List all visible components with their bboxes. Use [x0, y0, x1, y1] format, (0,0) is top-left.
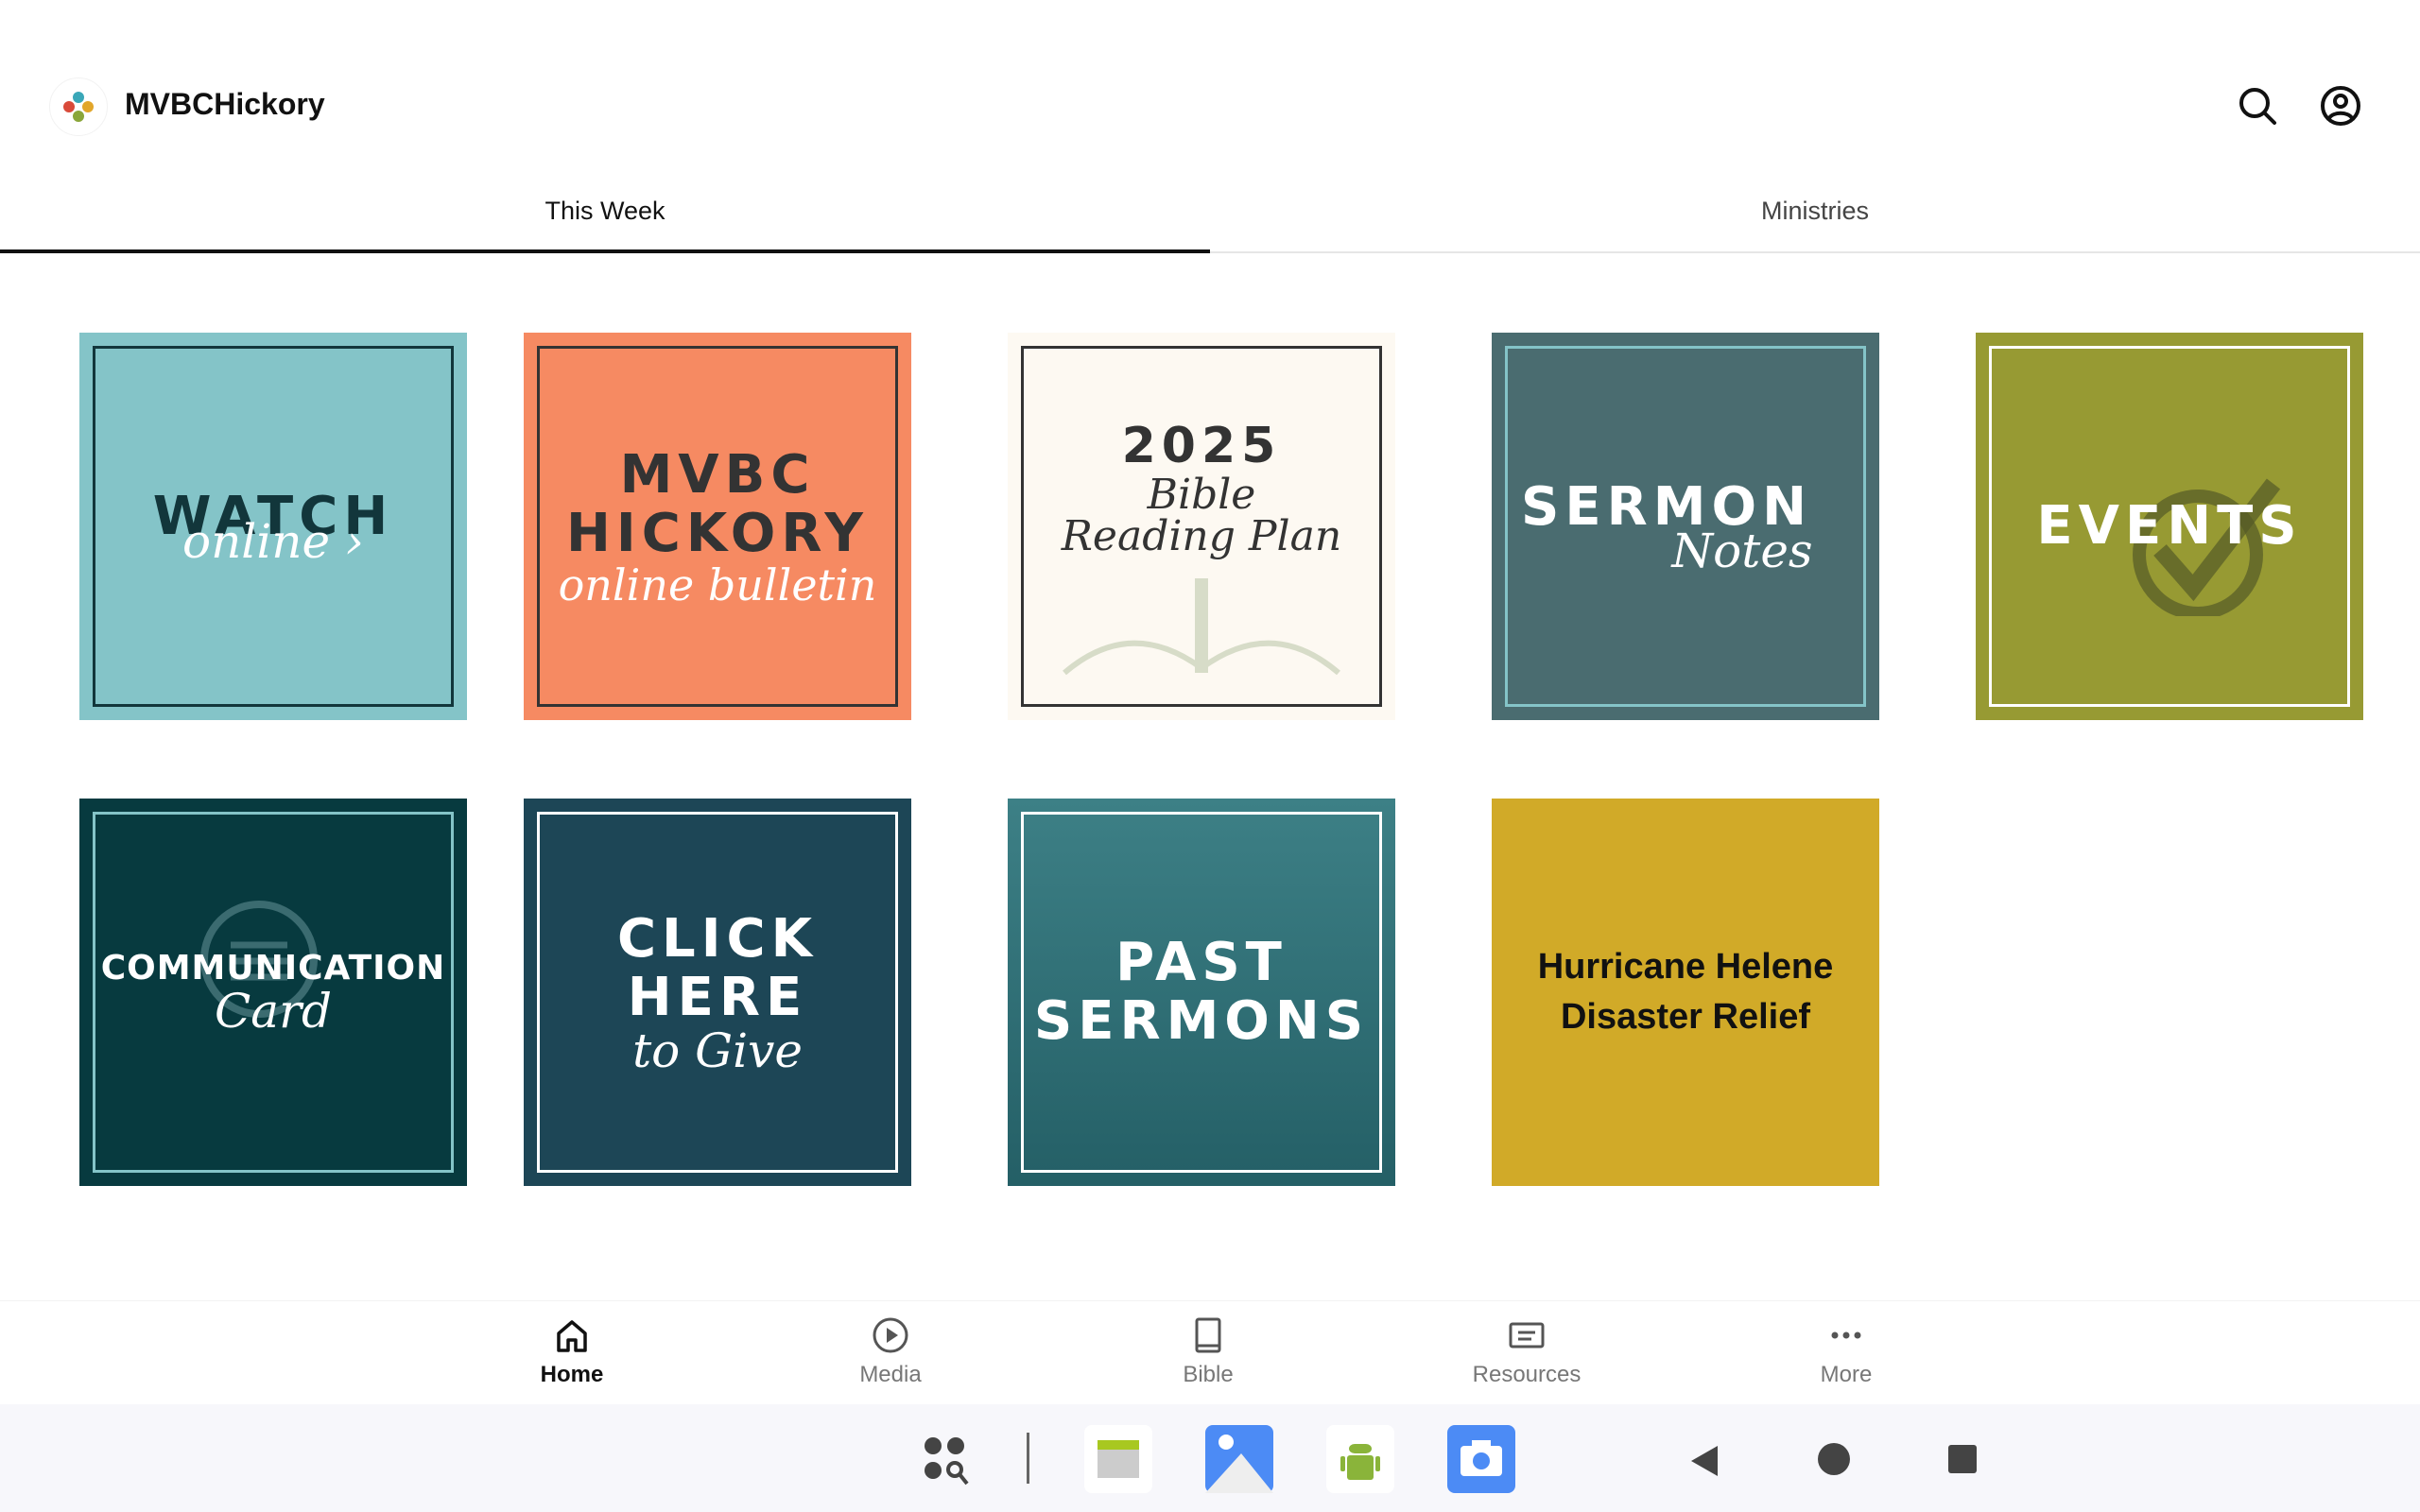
- tile-communication-card[interactable]: COMMUNICATION Card: [79, 799, 467, 1186]
- bottom-navigation: Home Media Bible Resources More: [0, 1300, 2420, 1404]
- tab-this-week[interactable]: This Week: [0, 170, 1210, 251]
- tile-script: Card: [215, 988, 332, 1035]
- tile-title: Hurricane Helene: [1538, 942, 1834, 992]
- nav-label: Resources: [1473, 1362, 1582, 1388]
- more-horizontal-icon: [1825, 1314, 1867, 1356]
- tile-script: online bulletin: [559, 563, 877, 607]
- church-logo: [49, 77, 108, 136]
- nav-label: More: [1821, 1362, 1873, 1388]
- tile-script-2: Reading Plan: [1062, 516, 1341, 558]
- recents-icon[interactable]: [1947, 1444, 1978, 1474]
- tile-bible-reading-plan[interactable]: 2025 Bible Reading Plan: [1008, 333, 1395, 720]
- tile-script: online ›: [182, 518, 364, 565]
- tile-give[interactable]: CLICK HERE to Give: [524, 799, 911, 1186]
- android-app-icon[interactable]: [1326, 1425, 1394, 1493]
- camera-app-icon[interactable]: [1447, 1425, 1515, 1493]
- tile-title: COMMUNICATION: [101, 950, 446, 988]
- tile-title-2: HICKORY: [566, 505, 869, 563]
- nav-media[interactable]: Media: [796, 1314, 985, 1388]
- back-icon[interactable]: [1687, 1444, 1721, 1478]
- calendar-app-icon[interactable]: [1084, 1425, 1152, 1493]
- tile-watch-online[interactable]: WATCH online ›: [79, 333, 467, 720]
- nav-more[interactable]: More: [1752, 1314, 1941, 1388]
- tile-title-2: SERMONS: [1034, 992, 1369, 1051]
- tile-hurricane-relief[interactable]: Hurricane Helene Disaster Relief: [1492, 799, 1879, 1186]
- tile-past-sermons[interactable]: PAST SERMONS: [1008, 799, 1395, 1186]
- tab-bar: This Week Ministries: [0, 170, 2420, 253]
- tab-ministries[interactable]: Ministries: [1210, 170, 2420, 251]
- nav-bible[interactable]: Bible: [1114, 1314, 1303, 1388]
- tile-script: to Give: [632, 1027, 803, 1074]
- tile-title: 2025: [1122, 420, 1282, 473]
- book-icon: [1187, 1314, 1229, 1356]
- app-title: MVBCHickory: [125, 87, 325, 122]
- taskbar-divider: [1027, 1433, 1029, 1484]
- resources-icon: [1506, 1314, 1547, 1356]
- tile-title: CLICK: [617, 910, 818, 969]
- tile-title-2: HERE: [628, 969, 808, 1027]
- app-header: MVBCHickory: [0, 0, 2420, 170]
- search-icon[interactable]: [2235, 83, 2280, 129]
- nav-home[interactable]: Home: [477, 1314, 666, 1388]
- app-drawer-search-icon[interactable]: [922, 1435, 978, 1491]
- tile-script: Notes: [1671, 527, 1812, 575]
- gallery-app-icon[interactable]: [1205, 1425, 1273, 1493]
- nav-label: Home: [541, 1362, 604, 1388]
- tile-title: PAST: [1115, 934, 1288, 992]
- nav-label: Bible: [1183, 1362, 1233, 1388]
- tile-online-bulletin[interactable]: MVBC HICKORY online bulletin: [524, 333, 911, 720]
- nav-resources[interactable]: Resources: [1432, 1314, 1621, 1388]
- open-bible-icon: [1055, 578, 1348, 682]
- tile-script: Bible: [1148, 474, 1256, 516]
- tile-sermon-notes[interactable]: SERMON Notes: [1492, 333, 1879, 720]
- account-circle-icon[interactable]: [2318, 83, 2363, 129]
- tile-title: MVBC: [620, 446, 816, 505]
- tile-title-2: Disaster Relief: [1561, 992, 1810, 1042]
- tile-title: EVENTS: [2036, 497, 2302, 556]
- home-icon: [551, 1314, 593, 1356]
- nav-label: Media: [859, 1362, 921, 1388]
- play-circle-icon: [870, 1314, 911, 1356]
- system-taskbar: [0, 1404, 2420, 1512]
- tile-events[interactable]: EVENTS: [1976, 333, 2363, 720]
- home-button-icon[interactable]: [1817, 1442, 1851, 1476]
